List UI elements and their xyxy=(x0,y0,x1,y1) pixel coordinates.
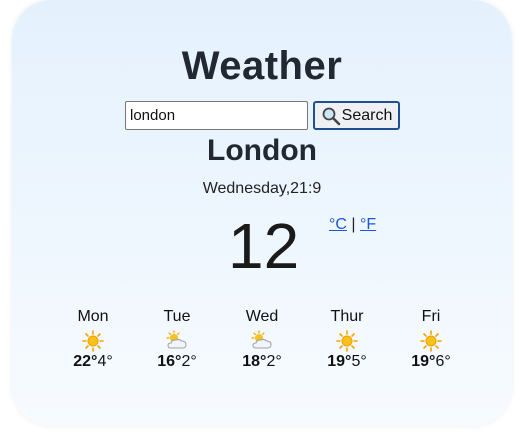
search-input[interactable] xyxy=(125,101,308,130)
forecast-day-name: Thur xyxy=(330,308,364,325)
forecast-day: Fri 19°6° xyxy=(391,308,471,371)
forecast-low: 5° xyxy=(351,353,367,370)
forecast-day: Tue 16°2° xyxy=(137,308,217,371)
forecast-low: 2° xyxy=(181,353,197,370)
forecast-high: 19° xyxy=(327,353,352,370)
forecast-low: 4° xyxy=(97,353,113,370)
forecast-day: Mon 22°4° xyxy=(53,308,133,371)
partly-cloudy-icon xyxy=(137,330,217,352)
current-temperature: 12 xyxy=(228,210,300,282)
sun-icon xyxy=(391,330,471,352)
forecast-high: 22° xyxy=(73,353,98,370)
forecast-day: Thur 19°5° xyxy=(307,308,387,371)
magnifier-icon xyxy=(321,106,341,126)
forecast-day-name: Fri xyxy=(421,308,441,325)
forecast-high: 19° xyxy=(411,353,436,370)
search-form: Search xyxy=(125,101,400,130)
current-datetime: Wednesday,21:9 xyxy=(202,180,322,197)
city-name: London xyxy=(207,134,317,167)
celsius-link[interactable]: °C xyxy=(329,216,347,233)
forecast-high: 16° xyxy=(157,353,182,370)
forecast-day-name: Mon xyxy=(77,308,109,325)
forecast-day-name: Tue xyxy=(163,308,191,325)
forecast-high: 18° xyxy=(242,353,267,370)
search-button-label: Search xyxy=(341,106,393,124)
app-title: Weather xyxy=(181,44,343,88)
forecast-day-name: Wed xyxy=(245,308,279,325)
sun-icon xyxy=(53,330,133,352)
forecast-low: 2° xyxy=(266,353,282,370)
search-button[interactable]: Search xyxy=(313,101,400,130)
unit-toggle: °C | °F xyxy=(329,216,376,234)
unit-separator: | xyxy=(351,216,356,233)
forecast-day: Wed 18°2° xyxy=(222,308,302,371)
sun-icon xyxy=(307,330,387,352)
forecast-low: 6° xyxy=(435,353,451,370)
partly-cloudy-icon xyxy=(222,330,302,352)
fahrenheit-link[interactable]: °F xyxy=(360,216,376,233)
